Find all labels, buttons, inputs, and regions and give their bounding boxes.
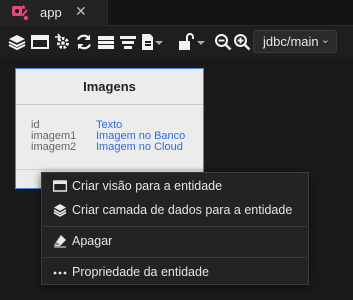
refresh-icon[interactable]: [75, 33, 93, 51]
menu-separator: [43, 257, 307, 258]
tab-close-icon[interactable]: ✕: [75, 3, 87, 20]
chevron-down-icon[interactable]: [196, 33, 206, 51]
menu-item-label: Apagar: [72, 234, 113, 248]
menu-item-delete[interactable]: Apagar: [42, 229, 308, 253]
menu-item-entity-properties[interactable]: Propriedade da entidade: [42, 260, 308, 284]
menu-item-create-view[interactable]: Criar visão para a entidade: [42, 174, 308, 198]
eraser-icon: [53, 234, 67, 248]
tab-label: app: [40, 5, 62, 20]
menu-item-label: Criar camada de dados para a entidade: [72, 203, 293, 217]
menu-item-label: Propriedade da entidade: [72, 265, 209, 279]
window-icon[interactable]: [31, 33, 49, 51]
stack-icon[interactable]: [97, 33, 115, 51]
layers-icon: [53, 203, 67, 217]
menu-item-create-data-layer[interactable]: Criar camada de dados para a entidade: [42, 198, 308, 222]
unlock-icon[interactable]: [176, 33, 194, 51]
entity-title: Imagens: [16, 69, 203, 105]
context-menu: Criar visão para a entidade Criar camada…: [41, 172, 309, 285]
menu-separator: [43, 226, 307, 227]
connection-select[interactable]: jdbc/main ⌄: [253, 30, 337, 53]
align-icon[interactable]: [119, 33, 137, 51]
gear-arrow-icon[interactable]: [53, 33, 71, 51]
ellipsis-icon: [53, 265, 67, 279]
field-type: Imagem no Cloud: [96, 141, 183, 153]
tab-bar: app ✕: [0, 0, 353, 26]
menu-item-label: Criar visão para a entidade: [72, 179, 223, 193]
chevron-down-icon[interactable]: [154, 33, 164, 51]
toolbar: jdbc/main ⌄: [0, 26, 353, 58]
zoom-out-icon[interactable]: [214, 33, 232, 51]
field-name: imagem2: [31, 141, 77, 153]
zoom-in-icon[interactable]: [233, 33, 251, 51]
app-logo-icon: [11, 4, 29, 22]
tab-app[interactable]: app ✕: [0, 0, 108, 26]
entity-card[interactable]: Imagens id Texto imagem1 Imagem no Banco…: [15, 68, 204, 189]
chevron-down-icon: ⌄: [320, 34, 330, 46]
entity-divider: [16, 169, 203, 170]
layers-icon[interactable]: [8, 33, 26, 51]
connection-value: jdbc/main: [263, 34, 319, 49]
window-icon: [53, 179, 67, 193]
